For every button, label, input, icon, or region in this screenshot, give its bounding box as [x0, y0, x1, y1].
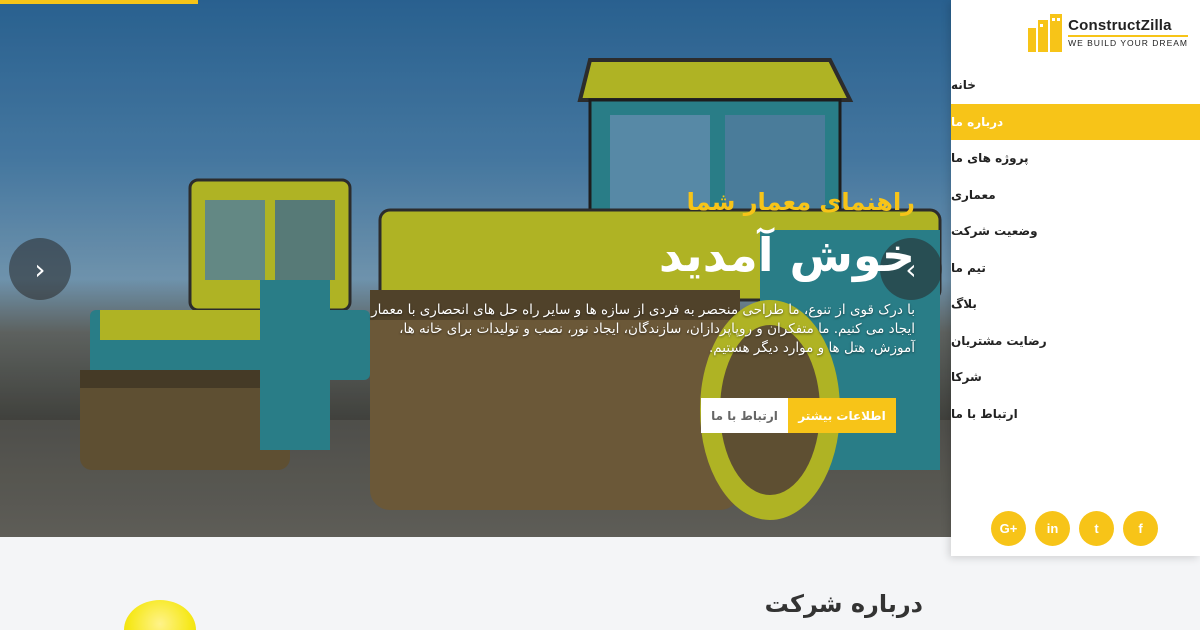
twitter-icon[interactable]: t — [1079, 511, 1114, 546]
logo-name: ConstructZilla — [1068, 16, 1172, 34]
menu-item-about[interactable]: درباره ما — [951, 103, 1200, 140]
menu-item-company-status[interactable]: وضعیت شرکت — [951, 213, 1200, 250]
linkedin-icon[interactable]: in — [1035, 511, 1070, 546]
page: › ‹ راهنمای معمار شما خوش آمدید با درک ق… — [0, 0, 1200, 630]
hero-caption: راهنمای معمار شما خوش آمدید با درک قوی ا… — [355, 188, 915, 358]
menu-item-architecture[interactable]: معماری — [951, 177, 1200, 214]
logo-tagline: WE BUILD YOUR DREAM — [1068, 34, 1188, 48]
menu-item-team[interactable]: تیم ما — [951, 250, 1200, 287]
slider-prev-button[interactable]: › — [9, 238, 71, 300]
contact-us-button[interactable]: ارتباط با ما — [701, 398, 788, 433]
menu-item-projects[interactable]: پروژه های ما — [951, 140, 1200, 177]
hero-subtitle: راهنمای معمار شما — [686, 188, 915, 216]
sidebar: ConstructZilla WE BUILD YOUR DREAM خانه … — [951, 0, 1200, 556]
helmet-image — [124, 600, 196, 630]
about-section-title: درباره شرکت — [764, 590, 923, 618]
top-accent-line — [0, 0, 198, 4]
facebook-icon[interactable]: f — [1123, 511, 1158, 546]
menu-item-testimonials[interactable]: رضایت مشتریان — [951, 323, 1200, 360]
hero-description: با درک قوی از تنوع، ما طراحی منحصر به فر… — [371, 301, 915, 356]
social-links: G+ in t f — [991, 511, 1158, 546]
hero-title: خوش آمدید — [658, 228, 915, 282]
logo[interactable]: ConstructZilla WE BUILD YOUR DREAM — [1026, 12, 1188, 52]
menu-item-partners[interactable]: شرکا — [951, 359, 1200, 396]
menu-item-home[interactable]: خانه — [951, 67, 1200, 104]
menu-item-blog[interactable]: بلاگ — [951, 286, 1200, 323]
hero-slider: › ‹ راهنمای معمار شما خوش آمدید با درک ق… — [0, 0, 951, 537]
menu-item-contact[interactable]: ارتباط با ما — [951, 396, 1200, 433]
google-plus-icon[interactable]: G+ — [991, 511, 1026, 546]
main-menu: خانه درباره ما پروژه های ما معماری وضعیت… — [951, 67, 1200, 432]
building-logo-icon — [1028, 14, 1063, 52]
more-info-button[interactable]: اطلاعات بیشتر — [788, 398, 896, 433]
